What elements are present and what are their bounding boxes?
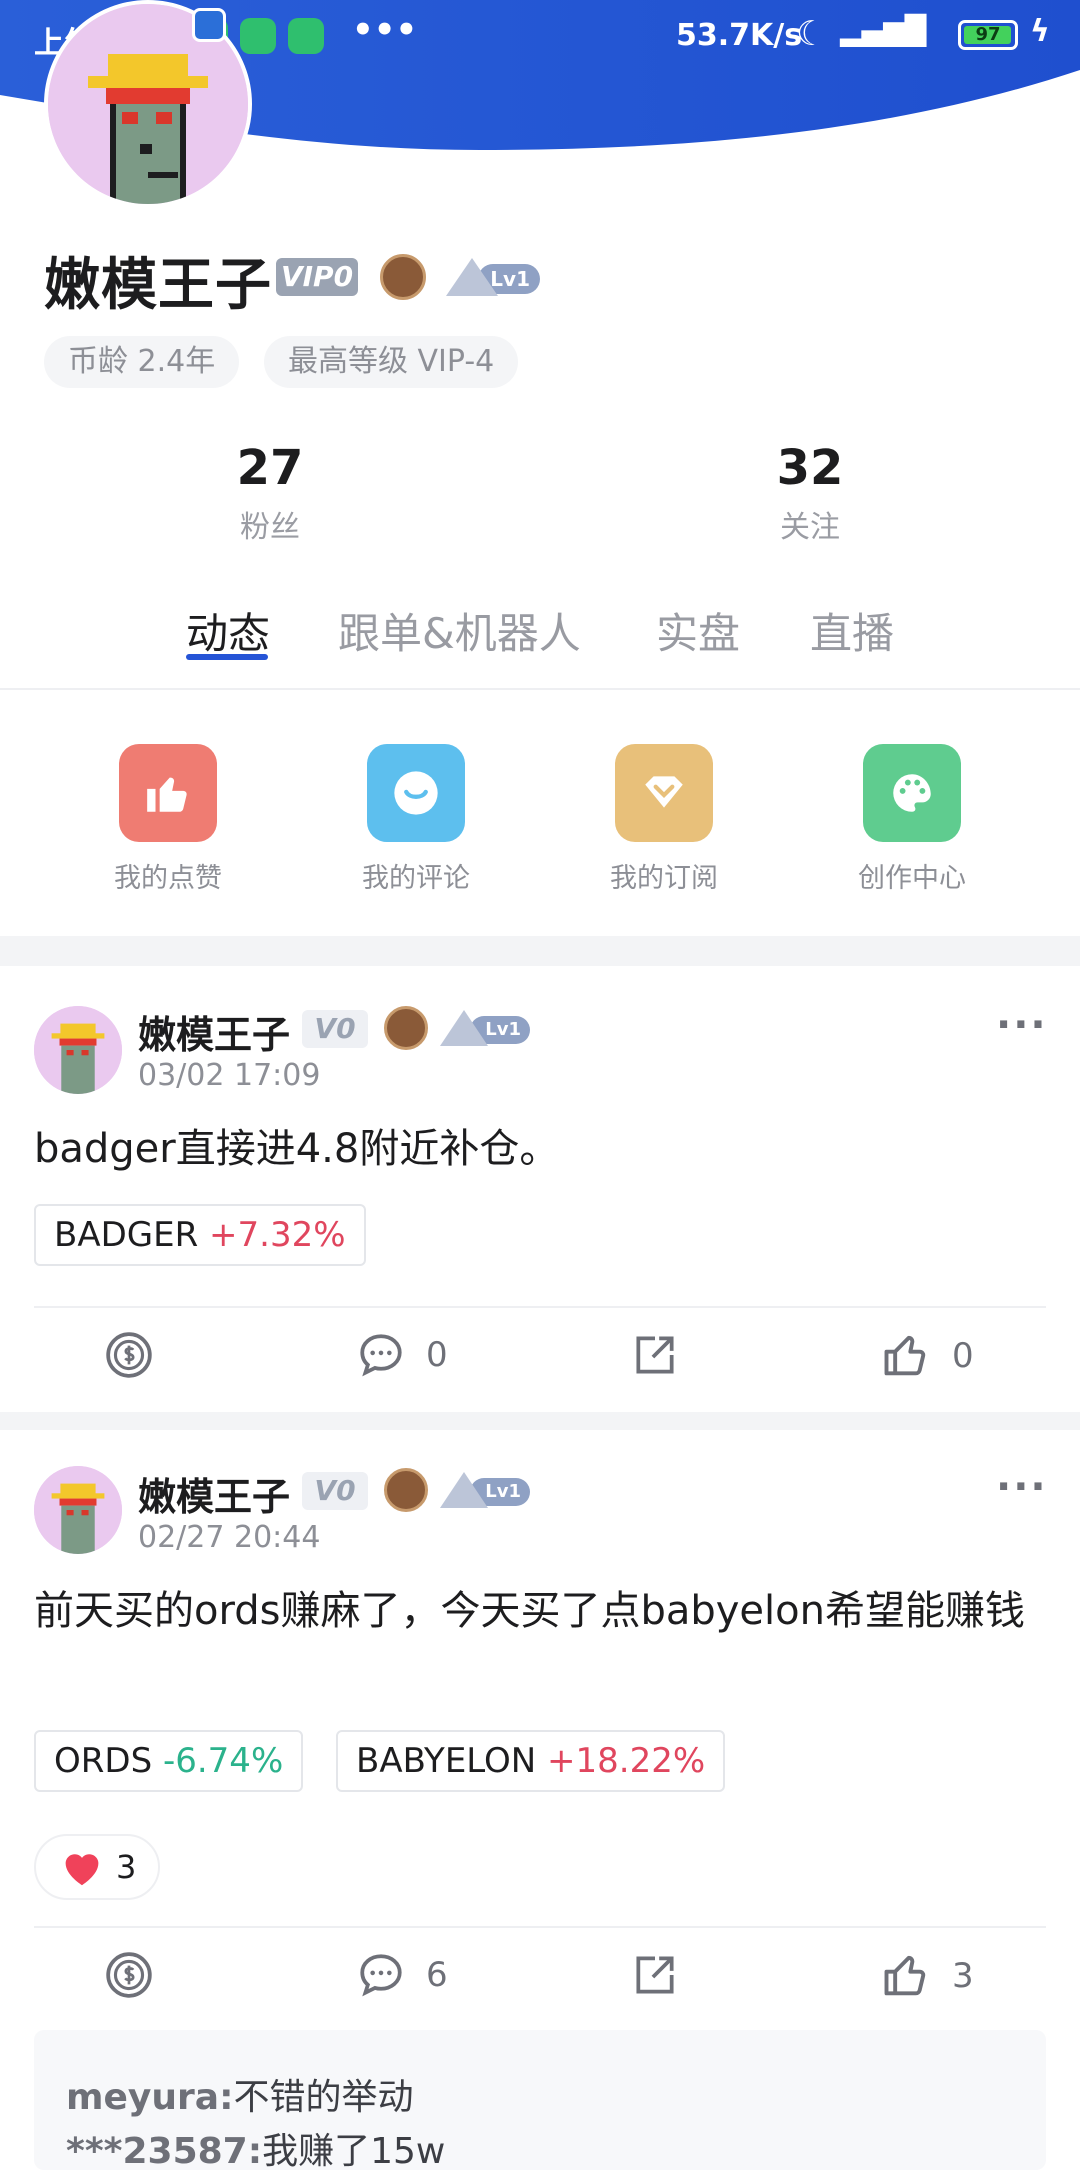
- network-speed: 53.7K/s: [676, 18, 803, 53]
- share-icon: [636, 1336, 674, 1374]
- max-level-tag: 最高等级 VIP-4: [264, 336, 519, 388]
- thumb-up-icon: [119, 744, 217, 842]
- shortcut-label: 我的点赞: [114, 863, 222, 894]
- shortcut-label: 我的订阅: [610, 863, 718, 894]
- app-notification-icon: [288, 18, 324, 54]
- do-not-disturb-icon: ☾: [796, 14, 827, 54]
- post-author-name[interactable]: 嫩模王子: [138, 1466, 290, 1521]
- thumb-up-outline-icon: [884, 1955, 926, 1996]
- comment-text: 不错的举动: [233, 2077, 414, 2118]
- comment-item: meyura:不错的举动: [66, 2068, 413, 2120]
- palette-icon: [863, 744, 961, 842]
- comment-button[interactable]: 0: [356, 1330, 448, 1380]
- battery-icon: 97: [958, 20, 1018, 50]
- comment-text: 我赚了15w: [262, 2131, 446, 2172]
- share-button[interactable]: [630, 1330, 680, 1380]
- section-divider: [0, 936, 1080, 966]
- level-badge[interactable]: Lv1: [446, 258, 542, 296]
- diamond-icon: [615, 744, 713, 842]
- following-stat[interactable]: 32 关注: [710, 440, 910, 546]
- level-badge: Lv1: [440, 1472, 532, 1508]
- heart-reaction[interactable]: 3: [34, 1834, 161, 1900]
- tab-feed[interactable]: 动态: [186, 600, 270, 661]
- level-mountain-icon: [440, 1010, 488, 1046]
- level-mountain-icon: [446, 258, 498, 296]
- vip-badge[interactable]: VIP0: [276, 258, 358, 296]
- followers-label: 粉丝: [240, 510, 300, 545]
- post-date: 03/02 17:09: [138, 1058, 321, 1093]
- post-more-icon[interactable]: ···: [996, 1002, 1048, 1048]
- level-badge: Lv1: [440, 1010, 532, 1046]
- post-divider: [34, 1306, 1046, 1308]
- active-tab-indicator: [186, 654, 268, 660]
- comment-button[interactable]: 6: [356, 1950, 448, 2000]
- medal-badge-icon: [384, 1006, 428, 1050]
- edit-profile-icon[interactable]: [192, 8, 226, 42]
- tab-live-trading[interactable]: 实盘: [656, 600, 740, 661]
- like-count: 0: [952, 1336, 974, 1376]
- charging-icon: ϟ: [1030, 14, 1050, 49]
- post-date: 02/27 20:44: [138, 1520, 321, 1555]
- shortcut-my-subscriptions[interactable]: 我的订阅: [584, 744, 744, 895]
- post-divider: [34, 1926, 1046, 1928]
- coin-chip-ords[interactable]: ORDS -6.74%: [34, 1730, 304, 1792]
- post-author-name[interactable]: 嫩模王子: [138, 1004, 290, 1059]
- tab-livestream[interactable]: 直播: [810, 600, 894, 661]
- medal-badge-icon[interactable]: [380, 254, 426, 300]
- pixel-avatar-image: [34, 1466, 122, 1554]
- post-text: badger直接进4.8附近补仓。: [34, 1126, 560, 1172]
- shortcut-my-comments[interactable]: 我的评论: [336, 744, 496, 895]
- comment-preview[interactable]: meyura:不错的举动 ***23587:我赚了15w: [34, 2030, 1046, 2172]
- like-button[interactable]: 3: [880, 1950, 974, 2002]
- pixel-avatar-image: [34, 1006, 122, 1094]
- profile-tabs: 动态 跟单&机器人 实盘 直播: [0, 600, 1080, 690]
- coin-age-tag: 币龄 2.4年: [44, 336, 240, 388]
- following-count: 32: [776, 440, 844, 496]
- thumb-up-outline-icon: [884, 1335, 926, 1376]
- followers-count: 27: [236, 440, 304, 496]
- post-more-icon[interactable]: ···: [996, 1464, 1048, 1510]
- post-author-avatar[interactable]: [34, 1006, 122, 1094]
- vip-badge: V0: [302, 1010, 368, 1048]
- tip-button[interactable]: [104, 1330, 154, 1380]
- comment-count: 6: [426, 1955, 448, 1995]
- vip-badge: V0: [302, 1472, 368, 1510]
- comment-user[interactable]: ***23587:: [66, 2131, 262, 2172]
- medal-badge-icon: [384, 1468, 428, 1512]
- comment-bubble-icon: [360, 1334, 402, 1377]
- post-author-avatar[interactable]: [34, 1466, 122, 1554]
- tab-copytrade-bots[interactable]: 跟单&机器人: [338, 600, 581, 661]
- comment-bubble-icon: [360, 1954, 402, 1997]
- share-icon: [636, 1956, 674, 1994]
- followers-stat[interactable]: 27 粉丝: [170, 440, 370, 546]
- heart-icon: [65, 1854, 99, 1886]
- comment-icon: [367, 744, 465, 842]
- coin-tip-icon: [106, 1952, 152, 1998]
- post-text: 前天买的ords赚麻了，今天买了点babyelon希望能赚钱: [34, 1588, 1025, 1634]
- app-notification-icon: [240, 18, 276, 54]
- section-divider: [0, 1412, 1080, 1430]
- shortcut-label: 我的评论: [362, 863, 470, 894]
- coin-chip-badger[interactable]: BADGER +7.32%: [34, 1204, 366, 1266]
- share-button[interactable]: [630, 1950, 680, 2000]
- profile-name: 嫩模王子: [44, 253, 272, 318]
- wifi-icon: ≋: [898, 14, 924, 49]
- battery-percent: 97: [975, 24, 1001, 45]
- shortcut-label: 创作中心: [858, 863, 966, 894]
- comment-user[interactable]: meyura:: [66, 2077, 233, 2118]
- comment-item: ***23587:我赚了15w: [66, 2122, 445, 2174]
- coin-chip-babyelon[interactable]: BABYELON +18.22%: [336, 1730, 726, 1792]
- like-count: 3: [952, 1956, 974, 1996]
- tip-button[interactable]: [104, 1950, 154, 2000]
- like-button[interactable]: 0: [880, 1330, 974, 1382]
- reaction-count: 3: [116, 1848, 137, 1886]
- shortcut-my-likes[interactable]: 我的点赞: [88, 744, 248, 895]
- following-label: 关注: [780, 510, 840, 545]
- more-notifications-icon: •••: [352, 10, 418, 50]
- level-mountain-icon: [440, 1472, 488, 1508]
- comment-count: 0: [426, 1335, 448, 1375]
- shortcut-creator-center[interactable]: 创作中心: [832, 744, 992, 895]
- coin-tip-icon: [106, 1332, 152, 1378]
